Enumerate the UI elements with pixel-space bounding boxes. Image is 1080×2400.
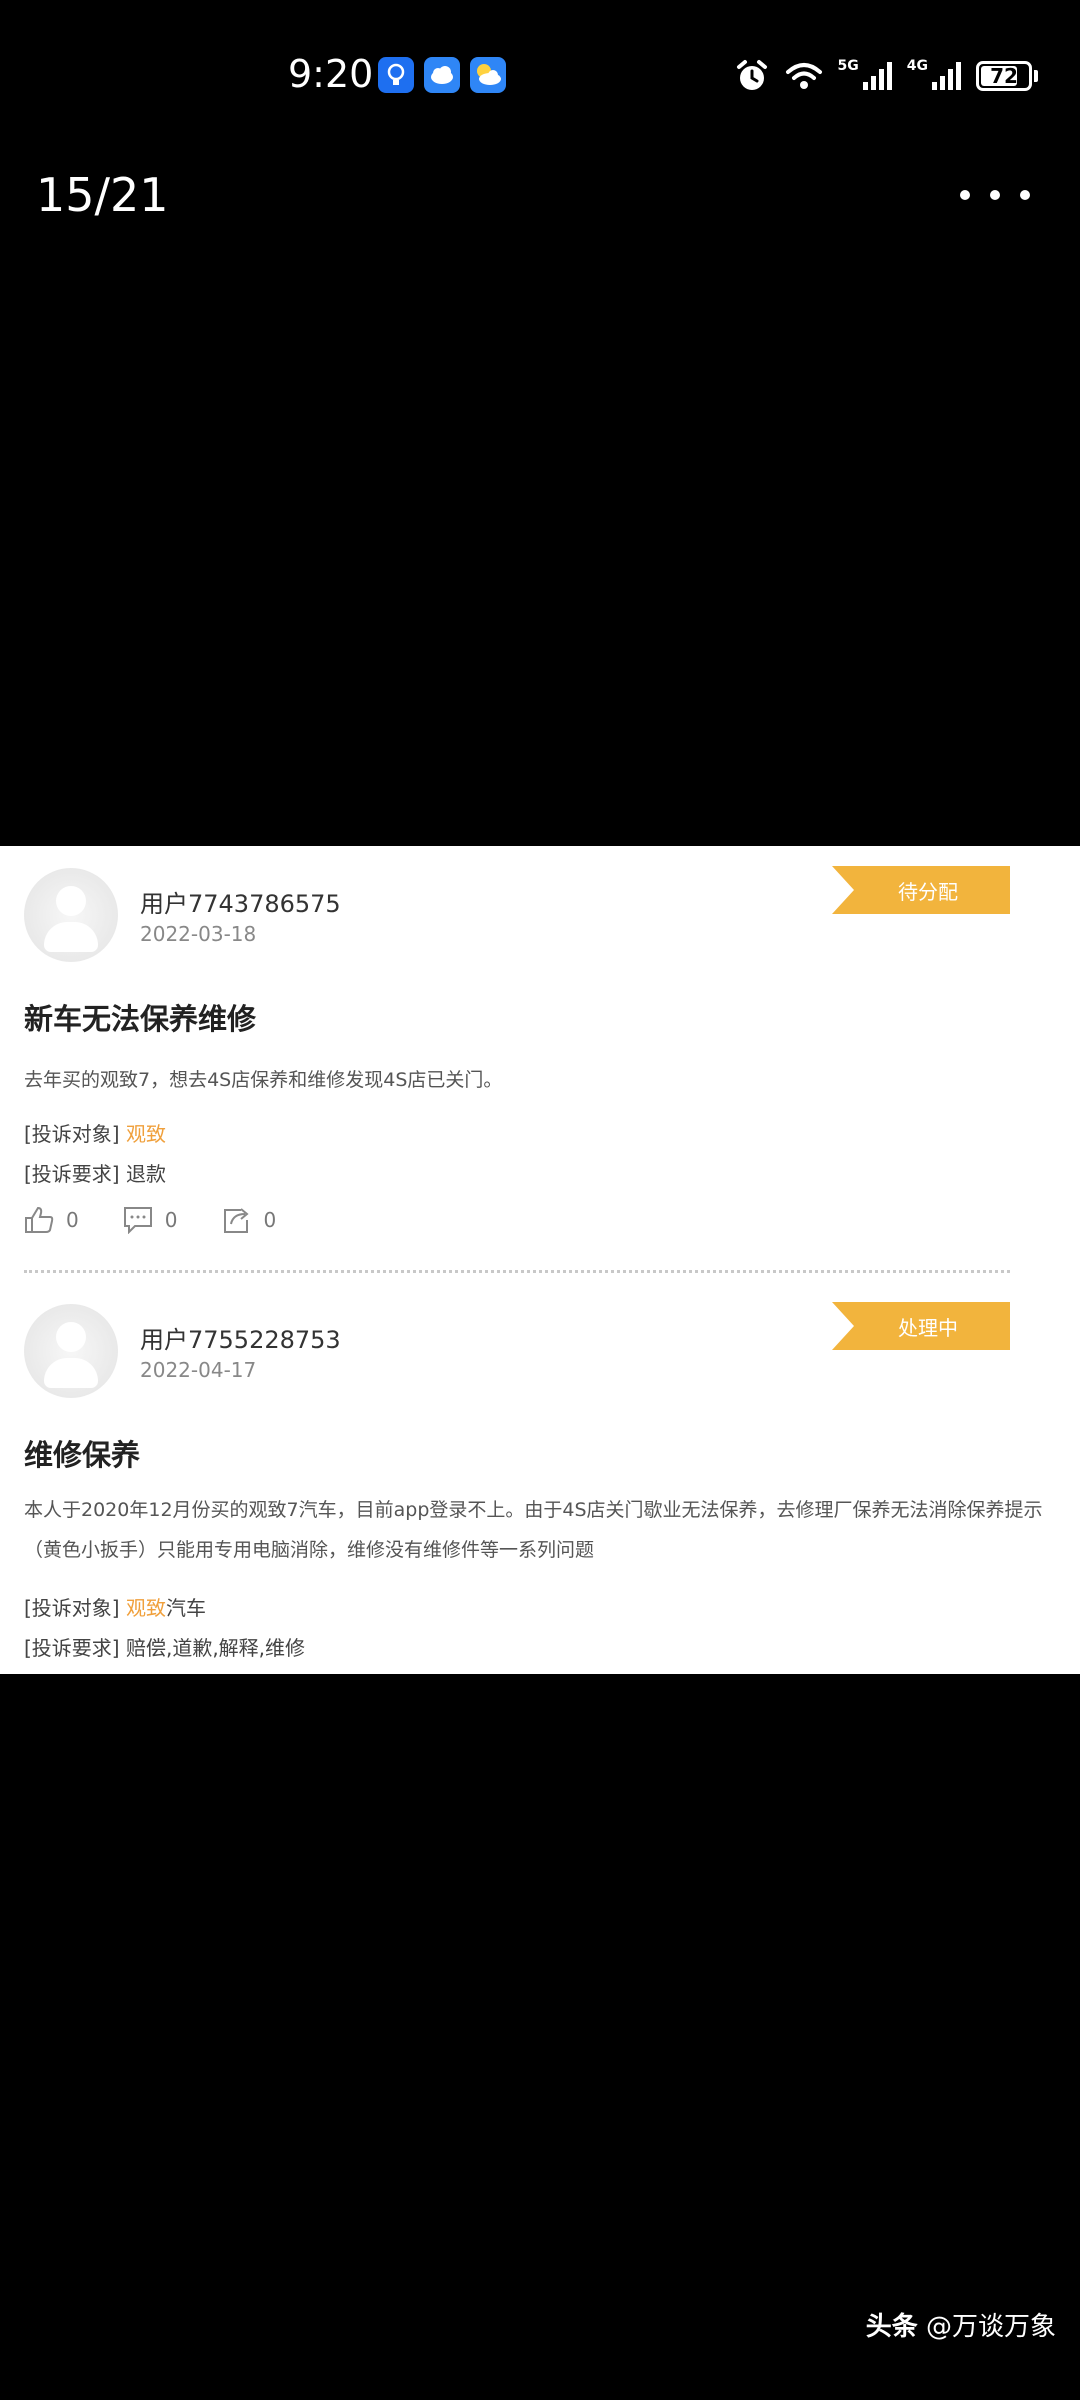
complaint-target-link[interactable]: 观致 bbox=[126, 1596, 166, 1620]
complaint-target-label: [投诉对象] bbox=[24, 1122, 120, 1146]
status-badge: 待分配 bbox=[832, 866, 1010, 914]
screen: 9:20 5G 4G 72 15/21 用户7743786575 2022-03… bbox=[0, 0, 1080, 2400]
watermark-brand: 头条 bbox=[865, 2312, 918, 2342]
avatar bbox=[24, 868, 118, 962]
complaint-target-suffix: 汽车 bbox=[165, 1596, 206, 1620]
status-icons-right: 5G 4G 72 bbox=[734, 58, 1038, 94]
notification-icons bbox=[378, 57, 506, 93]
username: 用户7755228753 bbox=[140, 1326, 341, 1354]
weather-sun-cloud-app-icon bbox=[470, 57, 506, 93]
watermark-handle: @万谈万象 bbox=[925, 2312, 1056, 2342]
more-dot-icon bbox=[960, 190, 970, 200]
avatar bbox=[24, 1304, 118, 1398]
post-title: 维修保养 bbox=[24, 1438, 141, 1472]
status-badge: 处理中 bbox=[832, 1302, 1010, 1350]
post-date: 2022-04-17 bbox=[140, 1358, 257, 1382]
complaint-request: [投诉要求] 赔偿,道歉,解释,维修 bbox=[24, 1632, 305, 1661]
watermark: 头条 @万谈万象 bbox=[866, 2306, 1056, 2343]
comment-button[interactable]: 0 bbox=[123, 1206, 178, 1234]
network-5g-label: 5G bbox=[837, 58, 859, 74]
like-count: 0 bbox=[66, 1208, 79, 1232]
signal-bars-5g-icon bbox=[862, 62, 892, 90]
share-button[interactable]: 0 bbox=[221, 1206, 276, 1234]
post-actions: 0 0 0 bbox=[24, 1206, 276, 1234]
status-time: 9:20 bbox=[288, 52, 374, 96]
comment-count: 0 bbox=[164, 1208, 178, 1232]
battery-cap bbox=[1034, 70, 1038, 82]
username: 用户7743786575 bbox=[140, 890, 341, 918]
battery-percent: 72 bbox=[990, 64, 1018, 88]
complaint-request-label: [投诉要求] bbox=[24, 1162, 120, 1186]
signal-bars-4g-icon bbox=[932, 62, 961, 90]
lightbulb-app-icon bbox=[378, 57, 414, 93]
wifi-icon bbox=[785, 63, 822, 89]
complaint-target: [投诉对象] 观致汽车 bbox=[24, 1592, 206, 1621]
comment-icon bbox=[123, 1207, 152, 1234]
complaint-request-label: [投诉要求] bbox=[24, 1636, 120, 1660]
post-divider bbox=[24, 1270, 1010, 1273]
avatar-head bbox=[56, 1322, 86, 1352]
weather-cloud-app-icon bbox=[424, 57, 460, 93]
thumbs-up-icon bbox=[25, 1206, 54, 1233]
complaint-request-value: 退款 bbox=[125, 1162, 166, 1186]
avatar-body bbox=[44, 1358, 98, 1388]
battery-indicator: 72 bbox=[976, 61, 1038, 91]
complaint-request-value: 赔偿,道歉,解释,维修 bbox=[125, 1636, 306, 1660]
more-dot-icon bbox=[990, 190, 1000, 200]
share-icon bbox=[224, 1208, 250, 1233]
post-date: 2022-03-18 bbox=[140, 922, 257, 946]
post-title: 新车无法保养维修 bbox=[24, 1002, 257, 1036]
status-bar: 9:20 5G 4G 72 bbox=[0, 40, 1080, 120]
avatar-head bbox=[56, 886, 86, 916]
network-4g-label: 4G bbox=[906, 58, 928, 74]
complaint-target-link[interactable]: 观致 bbox=[126, 1122, 166, 1146]
complaint-target: [投诉对象] 观致 bbox=[24, 1118, 166, 1147]
image-counter: 15/21 bbox=[36, 168, 169, 222]
post-body: 去年买的观致7，想去4S店保养和维修发现4S店已关门。 bbox=[24, 1069, 503, 1091]
alarm-icon bbox=[736, 60, 767, 90]
share-count: 0 bbox=[263, 1208, 277, 1232]
complaint-screenshot-image[interactable]: 用户7743786575 2022-03-18 待分配 新车无法保养维修 去年买… bbox=[0, 846, 1080, 1674]
more-options-button[interactable] bbox=[960, 170, 1030, 220]
more-dot-icon bbox=[1020, 190, 1030, 200]
complaint-target-label: [投诉对象] bbox=[24, 1596, 120, 1620]
battery-icon: 72 bbox=[976, 61, 1032, 91]
complaint-request: [投诉要求] 退款 bbox=[24, 1158, 166, 1187]
like-button[interactable]: 0 bbox=[24, 1206, 79, 1234]
post-body: 本人于2020年12月份买的观致7汽车，目前app登录不上。由于4S店关门歇业无… bbox=[24, 1499, 1043, 1561]
avatar-body bbox=[44, 922, 98, 952]
